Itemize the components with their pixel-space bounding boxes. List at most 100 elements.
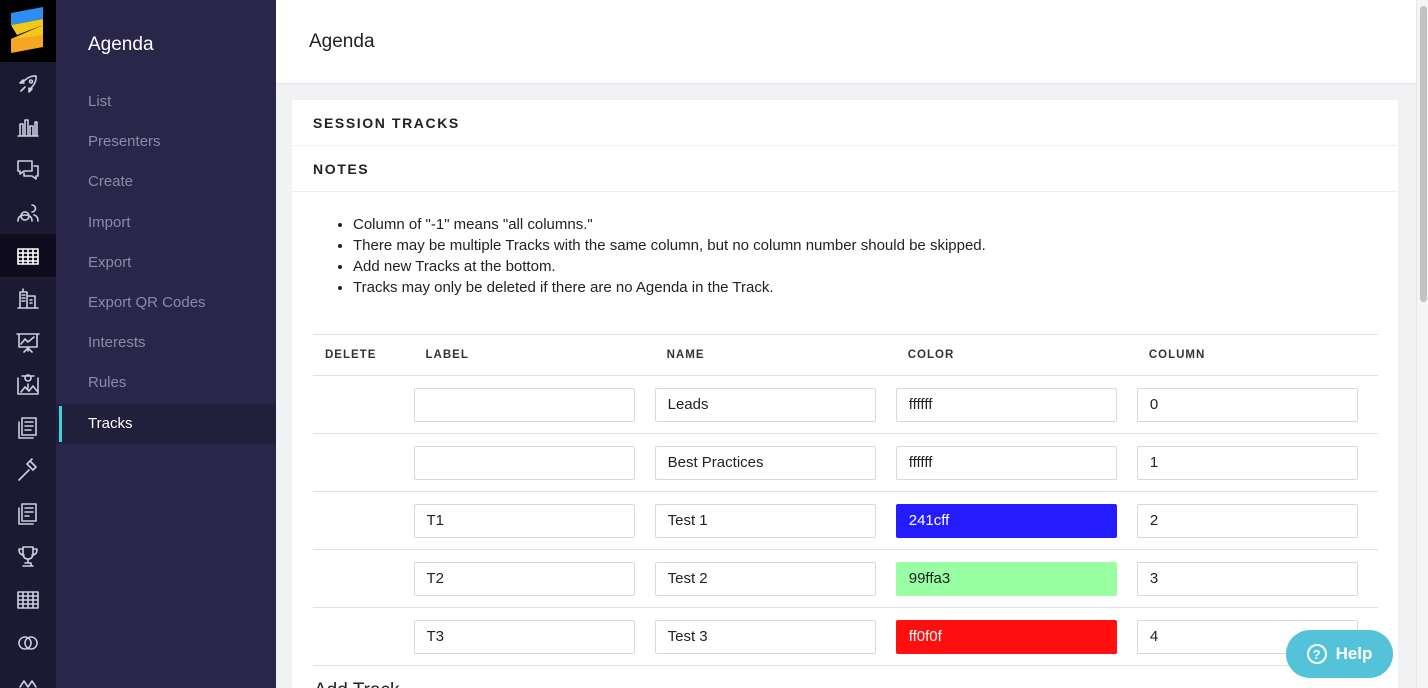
label-cell [413, 607, 655, 666]
delete-cell [313, 375, 414, 434]
column-cell [1136, 491, 1378, 550]
table-row [313, 549, 1378, 608]
table-icon [17, 590, 39, 609]
rail-documents[interactable] [0, 406, 56, 449]
column-input[interactable] [1136, 503, 1358, 538]
add-track-heading: Add Track [314, 680, 400, 688]
sidebar-item-export[interactable]: Export [56, 243, 276, 283]
note-item: Tracks may only be deleted if there are … [353, 277, 1398, 298]
map-icon [17, 373, 39, 395]
buildings-icon [17, 287, 39, 309]
sidebar-item-list[interactable]: List [56, 82, 276, 122]
app-logo[interactable] [0, 0, 56, 62]
sidebar-item-import[interactable]: Import [56, 203, 276, 243]
column-input[interactable] [1136, 387, 1358, 422]
rail-presentations[interactable] [0, 320, 56, 363]
color-cell [895, 433, 1137, 492]
table-header-row: DELETE LABEL NAME COLOR COLUMN [313, 334, 1378, 376]
sidebar-item-interests[interactable]: Interests [56, 323, 276, 363]
scrollbar-thumb[interactable] [1420, 6, 1427, 302]
sidebar-item-rules[interactable]: Rules [56, 363, 276, 403]
notes-list: Column of "-1" means "all columns." Ther… [292, 192, 1398, 298]
rail-tools[interactable] [0, 449, 56, 492]
label-input[interactable] [413, 445, 635, 480]
rail-maps[interactable] [0, 363, 56, 406]
rail-messages[interactable] [0, 148, 56, 191]
label-input[interactable] [413, 387, 635, 422]
color-input[interactable] [895, 445, 1117, 480]
col-header-name: NAME [654, 334, 896, 376]
rail-more[interactable] [0, 664, 56, 688]
rail-exhibitors[interactable] [0, 277, 56, 320]
note-item: There may be multiple Tracks with the sa… [353, 235, 1398, 256]
name-input[interactable] [654, 619, 876, 654]
page-header: Agenda [276, 0, 1416, 84]
col-header-color: COLOR [895, 334, 1137, 376]
help-label: Help [1335, 644, 1373, 663]
rail-agenda[interactable] [0, 234, 56, 277]
label-input[interactable] [413, 619, 635, 654]
delete-cell [313, 607, 414, 666]
name-input[interactable] [654, 445, 876, 480]
rail-awards[interactable] [0, 535, 56, 578]
name-input[interactable] [654, 561, 876, 596]
page-scrollbar[interactable] [1416, 0, 1428, 688]
color-cell [895, 375, 1137, 434]
rings-icon [18, 635, 38, 650]
users-icon [17, 203, 39, 222]
color-cell [895, 491, 1137, 550]
column-input[interactable] [1136, 561, 1358, 596]
column-input[interactable] [1136, 445, 1358, 480]
page-title: Agenda [309, 31, 375, 52]
sidebar-title: Agenda [88, 34, 154, 55]
col-header-column: COLUMN [1136, 334, 1378, 376]
main-content: Agenda SESSION TRACKS NOTES Column of "-… [276, 0, 1416, 688]
notes-title: NOTES [292, 146, 1398, 192]
rail-rocket[interactable] [0, 62, 56, 105]
name-input[interactable] [654, 503, 876, 538]
color-input[interactable] [895, 387, 1117, 422]
document-icon [18, 416, 37, 439]
rail-connections[interactable] [0, 621, 56, 664]
name-input[interactable] [654, 387, 876, 422]
name-cell [654, 491, 896, 550]
color-cell [895, 549, 1137, 608]
column-cell [1136, 433, 1378, 492]
table-row [313, 491, 1378, 550]
label-cell [413, 375, 655, 434]
name-cell [654, 607, 896, 666]
label-input[interactable] [413, 503, 635, 538]
chat-icon [17, 159, 39, 180]
column-cell [1136, 375, 1378, 434]
label-cell [413, 433, 655, 492]
col-header-delete: DELETE [313, 334, 414, 376]
rail-schedule[interactable] [0, 578, 56, 621]
sidebar-item-tracks[interactable]: Tracks [56, 403, 276, 444]
card-title: SESSION TRACKS [292, 100, 1398, 146]
label-cell [413, 491, 655, 550]
color-input[interactable] [895, 561, 1117, 596]
color-input[interactable] [895, 619, 1117, 654]
rail-people[interactable] [0, 191, 56, 234]
bar-chart-icon [17, 118, 39, 137]
name-cell [654, 549, 896, 608]
sidebar-item-export-qr-codes[interactable]: Export QR Codes [56, 283, 276, 323]
col-header-label: LABEL [413, 334, 655, 376]
presentation-icon [16, 332, 40, 353]
rail-analytics[interactable] [0, 105, 56, 148]
rail-surveys[interactable] [0, 492, 56, 535]
icon-rail [0, 0, 56, 688]
trophy-icon [18, 545, 38, 567]
table-row [313, 607, 1378, 666]
label-input[interactable] [413, 561, 635, 596]
sidebar-item-create[interactable]: Create [56, 162, 276, 202]
help-button[interactable]: ? Help [1286, 630, 1393, 678]
note-item: Add new Tracks at the bottom. [353, 256, 1398, 277]
delete-cell [313, 549, 414, 608]
name-cell [654, 433, 896, 492]
sidebar-item-presenters[interactable]: Presenters [56, 122, 276, 162]
color-input[interactable] [895, 503, 1117, 538]
hammer-icon [18, 457, 37, 481]
tracks-card: SESSION TRACKS NOTES Column of "-1" mean… [292, 100, 1398, 688]
section-sidebar: Agenda List Presenters Create Import Exp… [56, 0, 276, 688]
